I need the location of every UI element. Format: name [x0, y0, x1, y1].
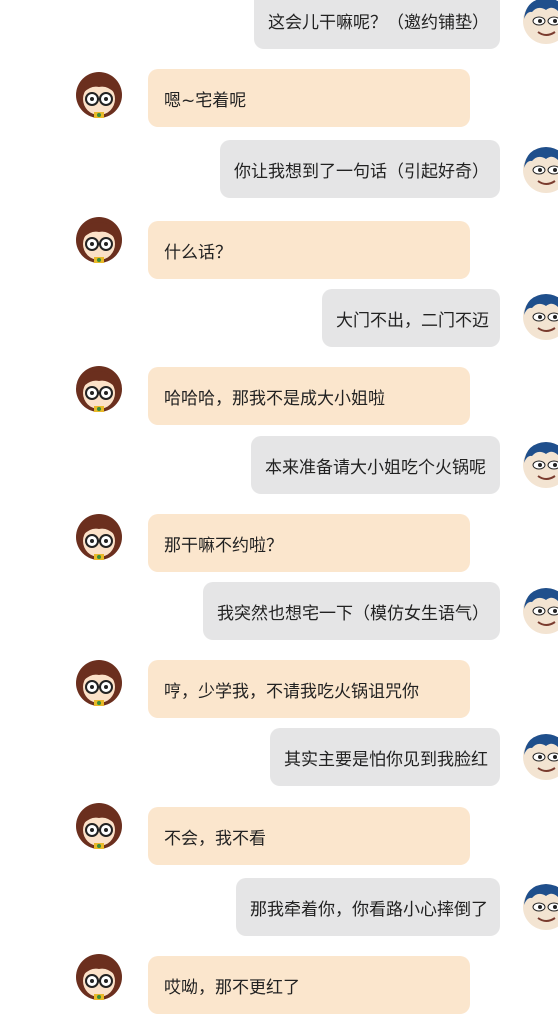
- sent-message-bubble[interactable]: 本来准备请大小姐吃个火锅呢: [251, 436, 500, 494]
- sent-message-bubble[interactable]: 我突然也想宅一下（模仿女生语气）: [203, 582, 500, 640]
- received-message-bubble[interactable]: 那干嘛不约啦？: [148, 514, 470, 572]
- sent-message-bubble[interactable]: 那我牵着你，你看路小心摔倒了: [236, 878, 500, 936]
- received-message-bubble[interactable]: 哈哈哈，那我不是成大小姐啦: [148, 367, 470, 425]
- girl-avatar-icon[interactable]: [75, 365, 123, 413]
- sent-message-bubble[interactable]: 你让我想到了一句话（引起好奇）: [220, 140, 500, 198]
- boy-avatar-icon[interactable]: [522, 733, 558, 781]
- boy-avatar-icon[interactable]: [522, 146, 558, 194]
- received-message-bubble[interactable]: 什么话？: [148, 221, 470, 279]
- sent-message-bubble[interactable]: 其实主要是怕你见到我脸红: [270, 728, 500, 786]
- boy-avatar-icon[interactable]: [522, 0, 558, 45]
- received-message-bubble[interactable]: 嗯~宅着呢: [148, 69, 470, 127]
- boy-avatar-icon[interactable]: [522, 587, 558, 635]
- received-message-bubble[interactable]: 哎呦，那不更红了: [148, 956, 470, 1014]
- sent-message-bubble[interactable]: 大门不出，二门不迈: [322, 289, 500, 347]
- girl-avatar-icon[interactable]: [75, 802, 123, 850]
- received-message-bubble[interactable]: 不会，我不看: [148, 807, 470, 865]
- girl-avatar-icon[interactable]: [75, 513, 123, 561]
- boy-avatar-icon[interactable]: [522, 883, 558, 931]
- boy-avatar-icon[interactable]: [522, 441, 558, 489]
- boy-avatar-icon[interactable]: [522, 293, 558, 341]
- girl-avatar-icon[interactable]: [75, 659, 123, 707]
- received-message-bubble[interactable]: 哼，少学我，不请我吃火锅诅咒你: [148, 660, 470, 718]
- girl-avatar-icon[interactable]: [75, 953, 123, 1001]
- girl-avatar-icon[interactable]: [75, 216, 123, 264]
- sent-message-bubble[interactable]: 这会儿干嘛呢？（邀约铺垫）: [254, 0, 500, 49]
- girl-avatar-icon[interactable]: [75, 71, 123, 119]
